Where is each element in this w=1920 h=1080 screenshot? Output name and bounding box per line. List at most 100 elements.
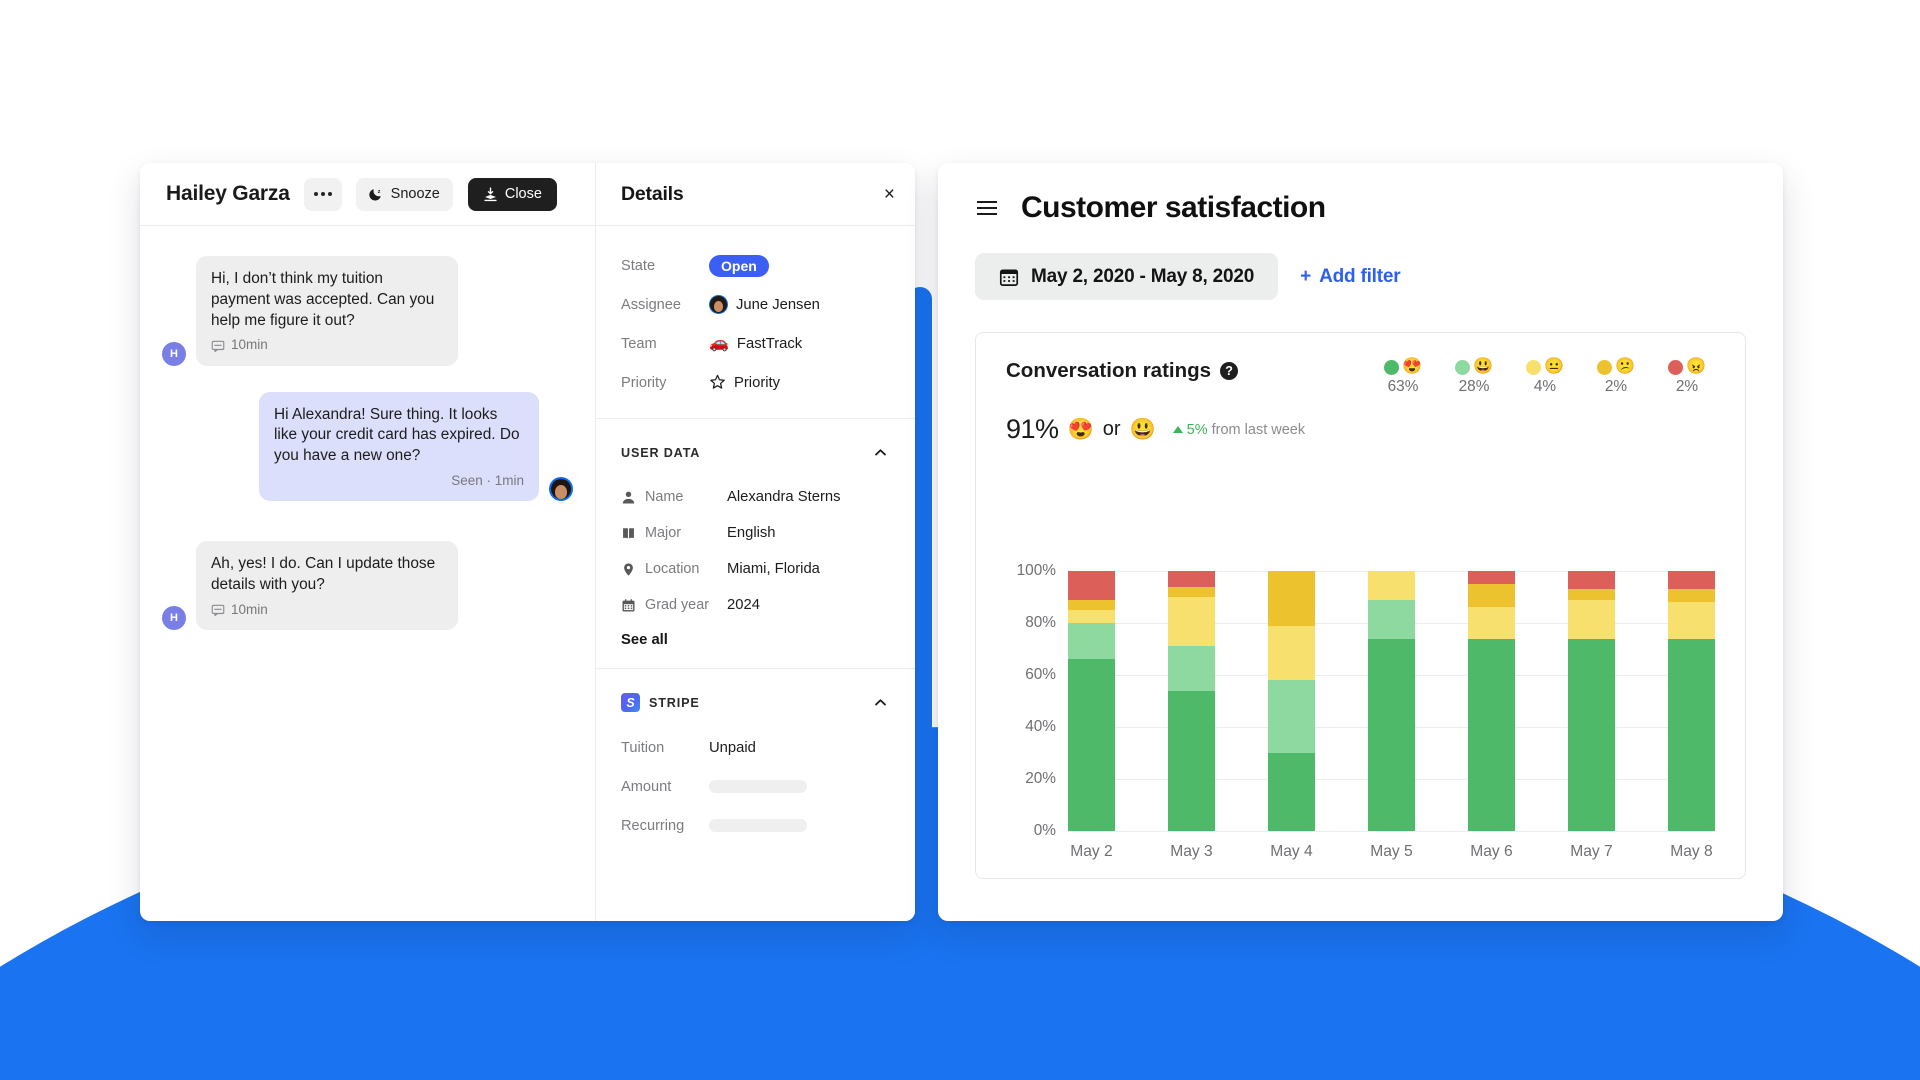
angry-face-icon: 😠 [1686, 358, 1706, 375]
bar-segment [1468, 571, 1515, 585]
more-options-button[interactable] [303, 177, 342, 211]
ellipsis-icon [320, 192, 325, 196]
bar-stack[interactable] [1268, 571, 1315, 831]
bar-segment [1168, 597, 1215, 647]
message-item: H Hi, I don’t think my tuition payment w… [162, 256, 573, 366]
hamburger-icon[interactable] [975, 199, 999, 217]
trend-indicator: 5% from last week [1172, 422, 1305, 438]
date-range-picker[interactable]: May 2, 2020 - May 8, 2020 [975, 253, 1279, 300]
help-icon[interactable]: ? [1220, 362, 1239, 380]
message-bubble: Hi Alexandra! Sure thing. It looks like … [259, 391, 539, 502]
hamburger-bar [977, 201, 997, 203]
avatar-face [555, 485, 567, 500]
value-placeholder [709, 780, 807, 793]
message-time: 10min [231, 601, 268, 617]
pin-icon [621, 562, 645, 577]
snooze-button[interactable]: z Snooze [355, 177, 453, 211]
bar-segment [1668, 638, 1715, 831]
user-data-value: Alexandra Sterns [727, 489, 841, 505]
legend-swatch-group: 😠 [1668, 359, 1706, 375]
bar-segment [1568, 638, 1615, 831]
legend-swatch-group: 😃 [1455, 359, 1493, 375]
bar-stack[interactable] [1068, 571, 1115, 831]
user-data-row-name: Name Alexandra Sterns [621, 482, 890, 512]
stripe-section: S STRIPE Tuition Unpaid Amount Recurring [596, 669, 915, 861]
property-value[interactable]: June Jensen [709, 295, 820, 314]
grinning-icon: 😃 [1473, 358, 1493, 375]
x-axis: May 2 May 3 May 4 May 5 May 6 May 7 May 8 [1068, 843, 1715, 861]
add-filter-button[interactable]: + Add filter [1300, 266, 1400, 288]
message-text: Hi Alexandra! Sure thing. It looks like … [274, 405, 520, 465]
avatar: H [162, 341, 186, 366]
bar-segment [1468, 584, 1515, 608]
x-axis-tick-label: May 5 [1370, 843, 1413, 860]
stripe-row-tuition: Tuition Unpaid [621, 732, 890, 763]
ellipsis-icon [313, 192, 318, 196]
property-row-assignee: Assignee June Jensen [621, 289, 890, 320]
y-axis: 100% 80% 60% 40% 20% 0% [1006, 562, 1062, 840]
property-value[interactable]: Priority [709, 374, 780, 391]
bar-stack[interactable] [1168, 571, 1215, 831]
bar-segment [1668, 571, 1715, 590]
bar-stack[interactable] [1568, 571, 1615, 831]
bar-segment [1468, 607, 1515, 639]
chevron-up-icon[interactable] [871, 443, 890, 462]
add-filter-label: Add filter [1319, 265, 1401, 287]
chart-legend: 😍 63% 😃 28% 😐 4% 😕 2% 😠 2% [1377, 359, 1715, 396]
heart-eyes-icon: 😍 [1402, 358, 1422, 375]
user-data-row-location: Location Miami, Florida [621, 554, 890, 584]
property-label: Priority [621, 374, 667, 391]
legend-dot [1668, 359, 1684, 375]
property-label: Assignee [621, 296, 682, 313]
bar-segment [1068, 571, 1115, 600]
property-value[interactable]: 🚗 FastTrack [709, 335, 802, 352]
bar-segment [1368, 599, 1415, 639]
bar-series [1068, 571, 1715, 831]
message-item: Hi Alexandra! Sure thing. It looks like … [162, 391, 573, 502]
bar-segment [1568, 589, 1615, 600]
close-conversation-button[interactable]: Close [467, 177, 557, 211]
details-title: Details [621, 182, 684, 205]
property-label: Team [621, 335, 657, 352]
chevron-up-icon[interactable] [871, 693, 890, 712]
bar-stack[interactable] [1668, 571, 1715, 831]
x-axis-tick-label: May 8 [1670, 843, 1713, 860]
details-pane: Details × State Open Assignee June Jense… [595, 163, 915, 921]
property-value[interactable]: Open [709, 254, 769, 277]
bar-segment [1268, 753, 1315, 831]
y-axis-tick-label: 60% [1025, 666, 1056, 683]
conversation-properties-section: State Open Assignee June Jensen Team 🚗 F… [596, 226, 915, 419]
conversation-pane: Hailey Garza z Snooze Close H Hi, I don’… [140, 163, 595, 921]
details-header: Details × [596, 163, 915, 226]
stripe-header[interactable]: S STRIPE [621, 693, 890, 712]
close-label: Close [504, 186, 542, 202]
bar-segment [1368, 571, 1415, 600]
bar-segment [1168, 690, 1215, 831]
message-status: Seen · 1min [451, 473, 524, 488]
filter-bar: May 2, 2020 - May 8, 2020 + Add filter [975, 253, 1746, 300]
property-row-priority: Priority Priority [621, 367, 890, 398]
bar-segment [1368, 638, 1415, 831]
chart-title: Conversation ratings [1006, 359, 1212, 382]
x-axis-tick-label: May 2 [1070, 843, 1113, 860]
x-axis-tick-label: May 4 [1270, 843, 1313, 860]
user-data-header[interactable]: USER DATA [621, 443, 890, 462]
close-details-button[interactable]: × [884, 185, 895, 204]
conversation-title: Hailey Garza [166, 182, 290, 205]
bar-stack[interactable] [1368, 571, 1415, 831]
see-all-link[interactable]: See all [621, 632, 890, 648]
stripe-label: Recurring [621, 817, 685, 834]
comment-icon [211, 339, 225, 353]
assignee-name: June Jensen [736, 296, 820, 313]
legend-item: 😃 28% [1448, 359, 1500, 396]
legend-percent: 28% [1458, 378, 1490, 395]
bar-stack[interactable] [1468, 571, 1515, 831]
y-axis-tick-label: 40% [1025, 718, 1056, 735]
message-time: 10min [231, 337, 268, 353]
message-text: Ah, yes! I do. Can I update those detail… [211, 555, 436, 594]
calendar-icon [999, 267, 1019, 287]
bar-segment [1468, 638, 1515, 831]
x-axis-tick-label: May 6 [1470, 843, 1513, 860]
y-axis-tick-label: 20% [1025, 770, 1056, 787]
dashboard-card: Customer satisfaction May 2, 2020 - May … [938, 163, 1783, 921]
